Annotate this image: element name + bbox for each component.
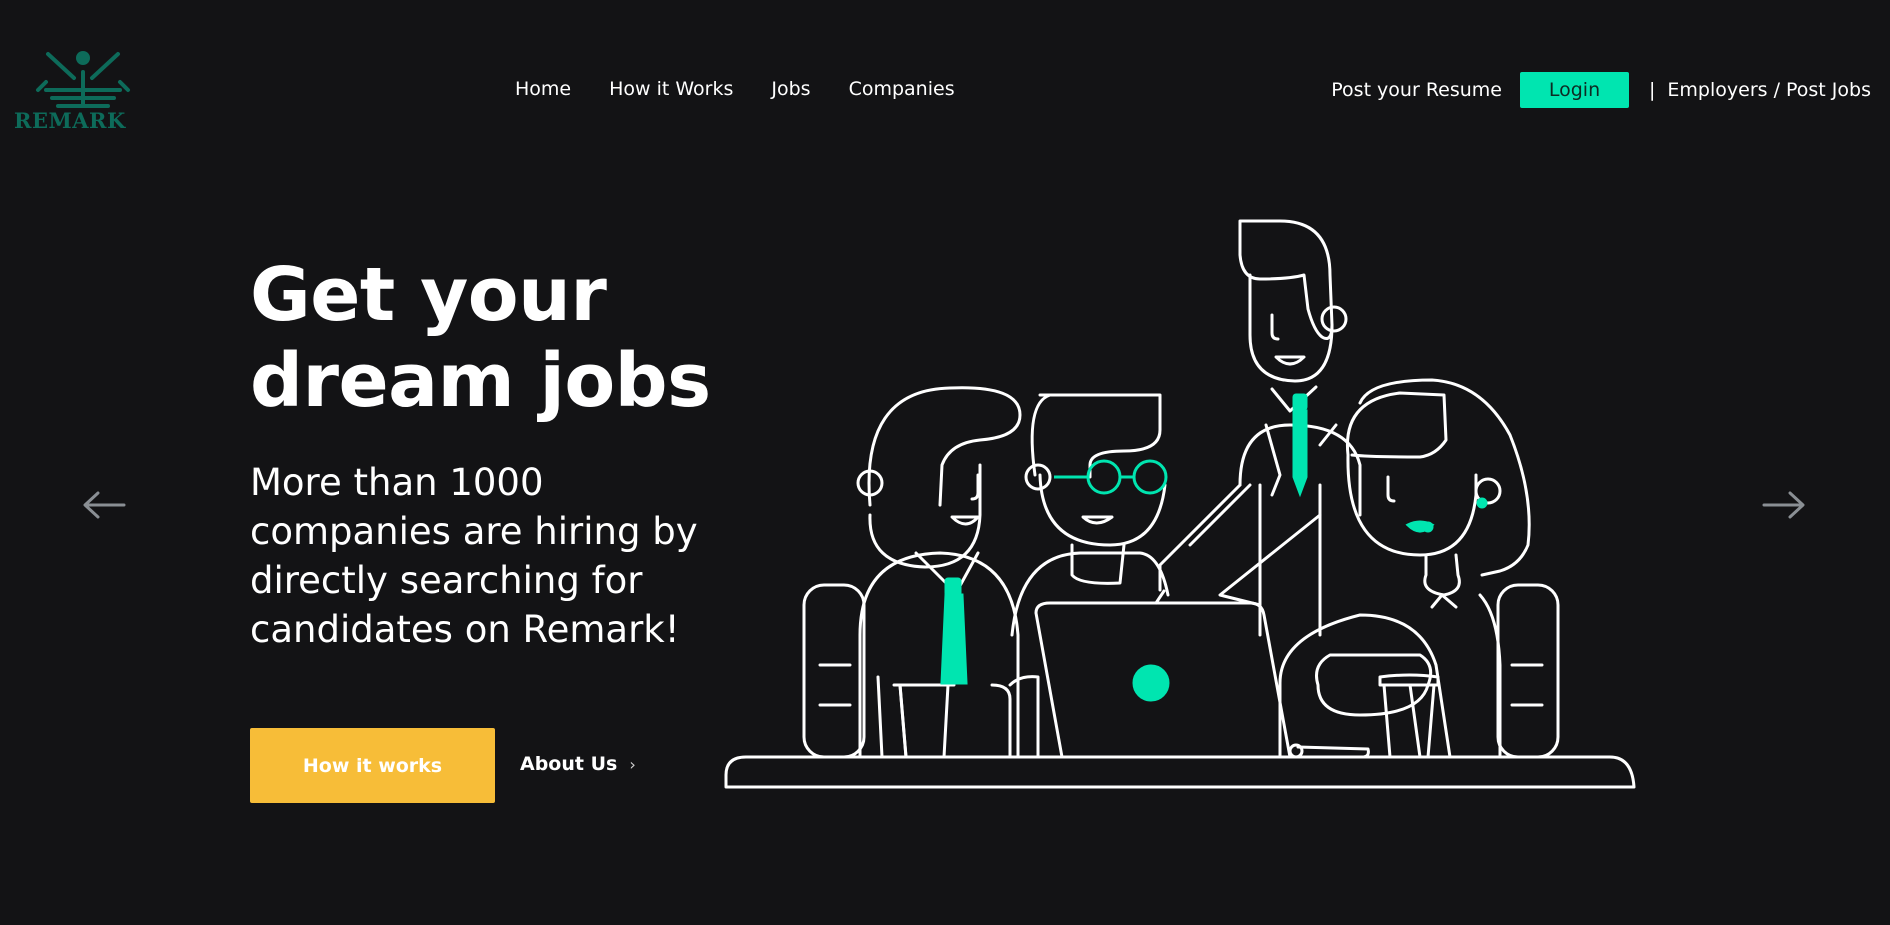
hero-subtitle-line: directly searching for [250, 559, 643, 602]
nav-separator: | [1649, 79, 1656, 101]
nav-home[interactable]: Home [515, 78, 571, 100]
arrow-left-icon [83, 491, 126, 519]
how-it-works-button[interactable]: How it works [250, 728, 495, 803]
brand-name: REMARK [14, 108, 126, 133]
arrow-right-icon [1762, 491, 1805, 519]
hero-title-line: dream jobs [250, 338, 711, 424]
chevron-right-icon: › [629, 754, 636, 774]
hero-subtitle-line: More than 1000 [250, 461, 544, 504]
nav-jobs[interactable]: Jobs [771, 78, 810, 100]
carousel-next-button[interactable] [1760, 488, 1808, 522]
account-nav: Post your Resume Login | Employers / Pos… [1331, 72, 1871, 108]
nav-how-it-works[interactable]: How it Works [609, 78, 733, 100]
hero-subtitle-line: candidates on Remark! [250, 608, 680, 651]
brand-logo[interactable]: REMARK [14, 46, 144, 133]
login-button[interactable]: Login [1520, 72, 1629, 108]
landing-page: REMARK Home How it Works Jobs Companies … [0, 0, 1890, 925]
nav-companies[interactable]: Companies [849, 78, 955, 100]
hero-title: Get your dream jobs [250, 252, 711, 424]
main-nav: Home How it Works Jobs Companies [515, 78, 955, 100]
about-us-label: About Us [520, 753, 618, 775]
carousel-prev-button[interactable] [80, 488, 128, 522]
hero-title-line: Get your [250, 252, 607, 338]
hero-subtitle-line: companies are hiring by [250, 510, 698, 553]
post-resume-link[interactable]: Post your Resume [1331, 79, 1502, 101]
team-at-laptop-illustration [724, 219, 1636, 789]
employers-post-jobs-link[interactable]: Employers / Post Jobs [1667, 79, 1871, 101]
hero-subtitle: More than 1000 companies are hiring by d… [250, 458, 720, 654]
remark-logo-icon [36, 51, 130, 108]
about-us-link[interactable]: About Us › [520, 753, 636, 775]
